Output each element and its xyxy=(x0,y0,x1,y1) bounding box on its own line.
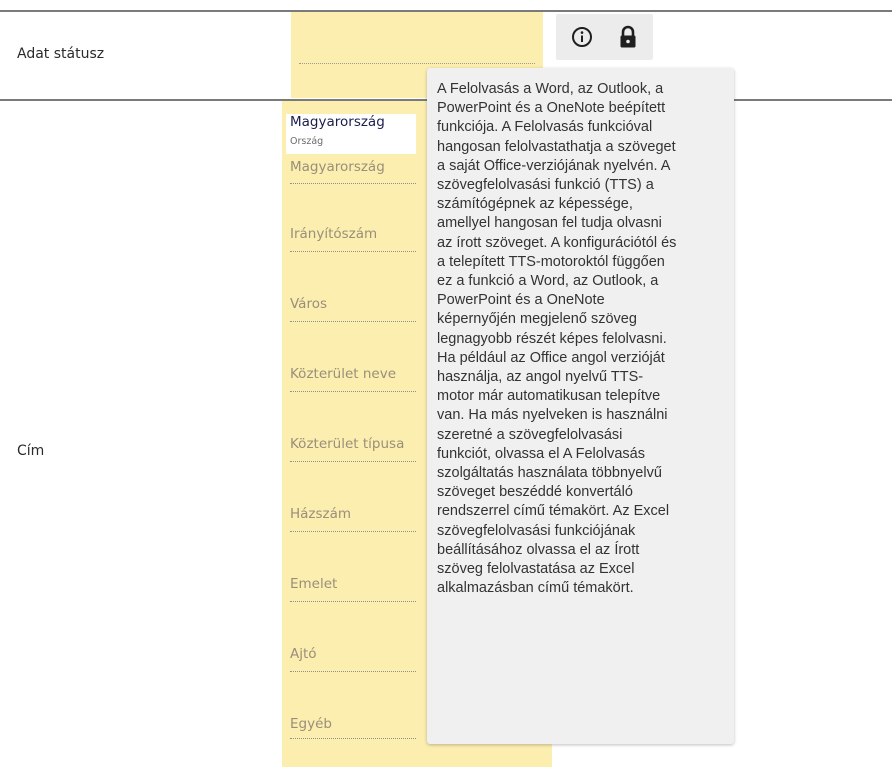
field-underline xyxy=(290,251,416,252)
info-tooltip: A Felolvasás a Word, az Outlook, a Power… xyxy=(427,68,734,744)
lock-icon[interactable] xyxy=(605,14,651,60)
status-actions xyxy=(556,14,653,60)
field-placeholder: Irányítószám xyxy=(290,226,378,242)
field-underline xyxy=(290,671,416,672)
field-placeholder: Közterület típusa xyxy=(290,436,405,452)
field-underline xyxy=(290,183,416,184)
tooltip-text: A Felolvasás a Word, az Outlook, a Power… xyxy=(437,81,677,597)
field-placeholder: Magyarország xyxy=(290,159,385,175)
suggestion-caption: Ország xyxy=(290,136,324,147)
field-underline xyxy=(290,531,416,532)
status-row-label: Adat státusz xyxy=(17,46,105,62)
status-field-underline xyxy=(299,63,535,64)
field-underline xyxy=(290,738,416,739)
field-underline xyxy=(290,321,416,322)
field-placeholder: Házszám xyxy=(290,506,352,522)
field-underline xyxy=(290,601,416,602)
field-placeholder: Emelet xyxy=(290,576,338,592)
country-suggestion[interactable]: Magyarország Ország xyxy=(286,114,416,154)
field-placeholder: Közterület neve xyxy=(290,366,397,382)
field-underline xyxy=(290,391,416,392)
field-placeholder: Egyéb xyxy=(290,716,332,732)
info-icon[interactable] xyxy=(559,14,605,60)
field-placeholder: Város xyxy=(290,296,328,312)
field-underline xyxy=(290,461,416,462)
address-row-label: Cím xyxy=(17,443,45,459)
field-placeholder: Ajtó xyxy=(290,646,317,662)
suggestion-value: Magyarország xyxy=(290,114,385,130)
